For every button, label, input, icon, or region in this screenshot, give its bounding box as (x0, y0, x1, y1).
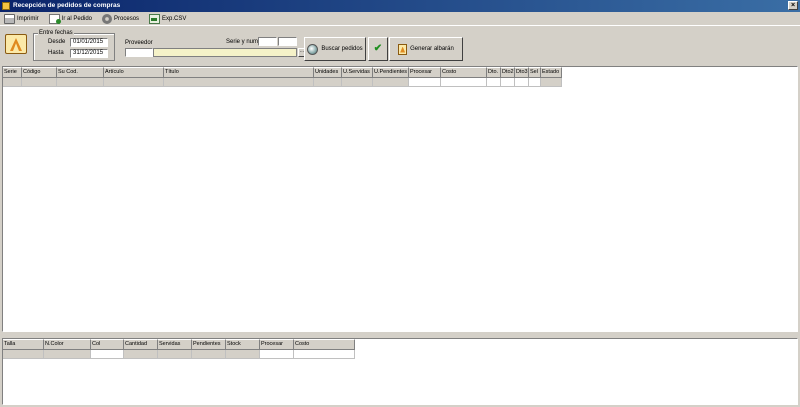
hasta-label: Hasta (48, 50, 64, 56)
num-field[interactable] (278, 37, 297, 46)
col-costo-lower[interactable]: Costo (294, 339, 355, 350)
checkmark-icon: ✔ (373, 43, 383, 54)
goto-order-button[interactable]: Ir al Pedido (47, 13, 94, 25)
col-col[interactable]: Col (91, 339, 124, 350)
col-unidades[interactable]: Unidades (314, 67, 342, 78)
export-csv-label: Exp.CSV (162, 15, 187, 22)
sizes-grid-header: Talla N.Color Col Cantidad Servidas Pend… (3, 339, 797, 350)
goto-order-label: Ir al Pedido (61, 15, 93, 22)
globe-search-icon (307, 43, 319, 55)
table-row[interactable] (3, 350, 797, 359)
processes-button[interactable]: Procesos (100, 13, 141, 25)
close-icon[interactable]: × (788, 1, 798, 10)
form-logo-icon (5, 34, 27, 54)
serie-label: Serie y num. (226, 39, 260, 45)
window-titlebar: Recepción de pedidos de compras × (0, 0, 800, 12)
generate-delivery-note-label: Generar albarán (410, 46, 454, 52)
gears-icon (102, 13, 113, 24)
search-orders-button[interactable]: Buscar pedidos (304, 37, 366, 61)
col-dto[interactable]: Dto. (487, 67, 501, 78)
col-pendientes[interactable]: Pendientes (192, 339, 226, 350)
col-sel[interactable]: Sel (529, 67, 541, 78)
window-controls: × (788, 1, 798, 10)
search-orders-label: Buscar pedidos (321, 46, 363, 52)
col-n-color[interactable]: N.Color (44, 339, 91, 350)
proveedor-code-field[interactable] (125, 48, 153, 57)
sizes-grid[interactable]: Talla N.Color Col Cantidad Servidas Pend… (2, 338, 798, 405)
csv-export-icon (149, 13, 161, 24)
col-titulo[interactable]: Título (164, 67, 314, 78)
orders-grid[interactable]: Serie Código Su Cod. Artículo Título Uni… (2, 66, 798, 332)
desde-date-field[interactable]: 01/01/2015 (70, 38, 108, 47)
toolbar: Imprimir Ir al Pedido Procesos Exp.CSV (0, 12, 800, 26)
printer-icon (4, 13, 15, 24)
hasta-date-field[interactable]: 31/12/2015 (70, 49, 108, 58)
proveedor-name-field[interactable] (153, 48, 297, 57)
print-label: Imprimir (17, 15, 39, 22)
window-title: Recepción de pedidos de compras (13, 2, 121, 9)
col-servidas[interactable]: Servidas (158, 339, 192, 350)
col-articulo[interactable]: Artículo (104, 67, 164, 78)
col-talla[interactable]: Talla (3, 339, 44, 350)
col-cantidad[interactable]: Cantidad (124, 339, 158, 350)
generate-delivery-note-button[interactable]: Generar albarán (389, 37, 463, 61)
col-su-cod[interactable]: Su Cod. (57, 67, 104, 78)
serie-field[interactable] (258, 37, 277, 46)
delivery-note-icon (398, 43, 408, 55)
date-range-title: Entre fechas (38, 30, 74, 36)
col-dto3[interactable]: Dto3 (515, 67, 529, 78)
col-costo[interactable]: Costo (441, 67, 487, 78)
col-procesar[interactable]: Procesar (409, 67, 441, 78)
proveedor-label: Proveedor (125, 40, 153, 46)
col-u-pendientes[interactable]: U.Pendientes (373, 67, 409, 78)
col-procesar-lower[interactable]: Procesar (260, 339, 294, 350)
table-row[interactable] (3, 78, 797, 87)
col-stock[interactable]: Stock (226, 339, 260, 350)
print-button[interactable]: Imprimir (2, 13, 41, 25)
export-csv-button[interactable]: Exp.CSV (147, 13, 188, 25)
confirm-button[interactable]: ✔ (368, 37, 388, 61)
col-dto2[interactable]: Dto2 (501, 67, 515, 78)
col-estado[interactable]: Estado (541, 67, 562, 78)
col-u-servidas[interactable]: U.Servidas (342, 67, 373, 78)
desde-label: Desde (48, 39, 66, 45)
col-codigo[interactable]: Código (22, 67, 57, 78)
col-serie[interactable]: Serie (3, 67, 22, 78)
orders-grid-header: Serie Código Su Cod. Artículo Título Uni… (3, 67, 797, 78)
document-go-icon (48, 13, 61, 24)
app-icon (2, 2, 10, 10)
processes-label: Procesos (114, 15, 140, 22)
